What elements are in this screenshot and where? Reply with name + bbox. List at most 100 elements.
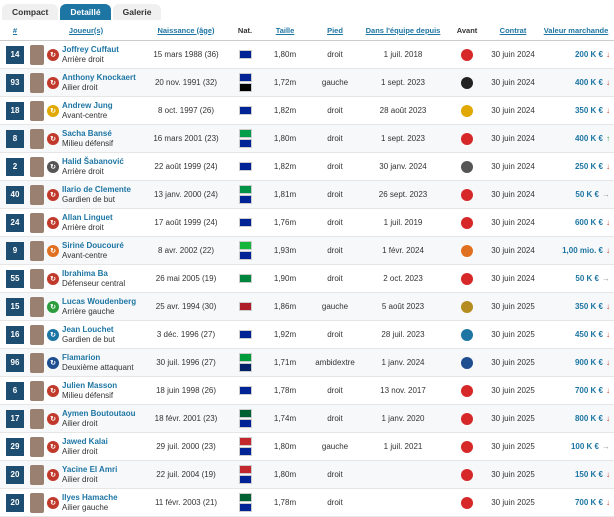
nationality xyxy=(230,218,260,227)
market-value-link[interactable]: 150 K € xyxy=(575,470,603,479)
previous-club-icon[interactable] xyxy=(461,272,473,285)
country-flag-icon xyxy=(238,503,252,512)
player-name-link[interactable]: Sacha Bansé xyxy=(62,129,113,139)
country-flag-icon xyxy=(238,386,252,395)
market-value-link[interactable]: 350 K € xyxy=(575,302,603,311)
player-name-link[interactable]: Ilyes Hamache xyxy=(62,493,118,503)
player-name-link[interactable]: Flamarion xyxy=(62,353,134,363)
col-value[interactable]: Valeur marchande xyxy=(538,20,614,41)
market-value-link[interactable]: 800 K € xyxy=(575,414,603,423)
previous-club-icon[interactable] xyxy=(461,356,473,369)
tab-galerie[interactable]: Galerie xyxy=(112,4,162,20)
avatar xyxy=(30,492,44,513)
market-value-link[interactable]: 400 K € xyxy=(575,78,603,87)
previous-club-icon[interactable] xyxy=(461,160,473,173)
player-position: Gardien de but xyxy=(62,194,115,204)
market-value-link[interactable]: 900 K € xyxy=(575,358,603,367)
market-value-link[interactable]: 400 K € xyxy=(575,134,603,143)
previous-club-icon[interactable] xyxy=(461,300,473,313)
squad-table: # Joueur(s) Naissance (âge) Nat. Taille … xyxy=(0,20,614,517)
height: 1,90m xyxy=(273,274,297,283)
player-name-link[interactable]: Ibrahima Ba xyxy=(62,269,125,279)
trend-arrow-icon: → xyxy=(602,190,610,199)
table-header: # Joueur(s) Naissance (âge) Nat. Taille … xyxy=(0,20,614,41)
previous-club-icon[interactable] xyxy=(461,216,473,229)
birth-date: 8 avr. 2002 (22) xyxy=(157,246,215,255)
trend-arrow-icon: ↓ xyxy=(606,50,610,59)
country-flag-icon xyxy=(238,73,252,82)
player-name-link[interactable]: Anthony Knockaert xyxy=(62,73,136,83)
previous-club-icon[interactable] xyxy=(461,440,473,453)
market-value-link[interactable]: 50 K € xyxy=(575,274,599,283)
joined-date: 5 août 2023 xyxy=(381,302,425,311)
market-value-link[interactable]: 50 K € xyxy=(575,190,599,199)
tab-detaille[interactable]: Detaillé xyxy=(60,4,111,20)
market-value-link[interactable]: 350 K € xyxy=(575,106,603,115)
previous-club-icon[interactable] xyxy=(461,188,473,201)
player-position: Arrière droit xyxy=(62,166,104,176)
col-foot[interactable]: Pied xyxy=(310,20,360,41)
player-name-link[interactable]: Joffrey Cuffaut xyxy=(62,45,119,55)
trend-arrow-icon: ↓ xyxy=(606,162,610,171)
market-value-link[interactable]: 1,00 mio. € xyxy=(562,246,603,255)
birth-date: 11 févr. 2003 (21) xyxy=(154,498,218,507)
shirt-number: 16 xyxy=(6,325,24,344)
birth-date: 22 août 1999 (24) xyxy=(154,162,218,171)
col-contract[interactable]: Contrat xyxy=(488,20,538,41)
avatar xyxy=(30,380,44,401)
country-flag-icon xyxy=(238,475,252,484)
previous-club-icon[interactable] xyxy=(461,468,473,481)
table-row: 2 ↻ Halid Šabanović Arrière droit 22 aoû… xyxy=(0,153,614,181)
trend-arrow-icon: ↓ xyxy=(606,218,610,227)
previous-club-icon[interactable] xyxy=(461,244,473,257)
previous-club-icon[interactable] xyxy=(461,412,473,425)
avatar xyxy=(30,268,44,289)
height: 1,81m xyxy=(273,190,297,199)
birth-date: 18 juin 1998 (26) xyxy=(155,386,217,395)
col-number[interactable]: # xyxy=(0,20,30,41)
col-player[interactable]: Joueur(s) xyxy=(30,20,142,41)
shirt-number: 96 xyxy=(6,353,24,372)
tab-compact[interactable]: Compact xyxy=(2,4,59,20)
market-value-link[interactable]: 450 K € xyxy=(575,330,603,339)
joined-date: 28 juil. 2023 xyxy=(381,330,425,339)
market-value-link[interactable]: 100 K € xyxy=(571,442,599,451)
player-name-link[interactable]: Lucas Woudenberg xyxy=(62,297,136,307)
previous-club-icon[interactable] xyxy=(461,48,473,61)
status-badge-icon: ↻ xyxy=(47,384,59,397)
nationality xyxy=(230,437,260,456)
nationality xyxy=(230,73,260,92)
market-value-link[interactable]: 200 K € xyxy=(575,50,603,59)
player-name-link[interactable]: Siriné Doucouré xyxy=(62,241,124,251)
col-height[interactable]: Taille xyxy=(260,20,310,41)
market-value-link[interactable]: 700 K € xyxy=(575,498,603,507)
player-name-link[interactable]: Aymen Boutoutaou xyxy=(62,409,135,419)
market-value-link[interactable]: 250 K € xyxy=(575,162,603,171)
previous-club-icon[interactable] xyxy=(461,496,473,509)
player-name-link[interactable]: Jawed Kalai xyxy=(62,437,108,447)
shirt-number: 18 xyxy=(6,101,24,120)
previous-club-icon[interactable] xyxy=(461,76,473,89)
market-value-link[interactable]: 700 K € xyxy=(575,386,603,395)
player-name-link[interactable]: Halid Šabanović xyxy=(62,157,124,167)
previous-club-icon[interactable] xyxy=(461,104,473,117)
previous-club-icon[interactable] xyxy=(461,132,473,145)
player-name-link[interactable]: Allan Linguet xyxy=(62,213,113,223)
table-row: 55 ↻ Ibrahima Ba Défenseur central 26 ma… xyxy=(0,265,614,293)
col-birth[interactable]: Naissance (âge) xyxy=(142,20,230,41)
country-flag-icon xyxy=(238,129,252,138)
previous-club-icon[interactable] xyxy=(461,328,473,341)
player-name-link[interactable]: Andrew Jung xyxy=(62,101,113,111)
table-row: 8 ↻ Sacha Bansé Milieu défensif 16 mars … xyxy=(0,124,614,153)
player-name-link[interactable]: Jean Louchet xyxy=(62,325,115,335)
joined-date: 30 janv. 2024 xyxy=(379,162,427,171)
player-name-link[interactable]: Julien Masson xyxy=(62,381,117,391)
previous-club-icon[interactable] xyxy=(461,384,473,397)
col-since[interactable]: Dans l'équipe depuis xyxy=(360,20,446,41)
player-position: Ailier gauche xyxy=(62,502,109,512)
player-name-link[interactable]: Ilario de Clemente xyxy=(62,185,131,195)
country-flag-icon xyxy=(238,50,252,59)
market-value-link[interactable]: 600 K € xyxy=(575,218,603,227)
player-name-link[interactable]: Yacine El Amri xyxy=(62,465,117,475)
country-flag-icon xyxy=(238,330,252,339)
